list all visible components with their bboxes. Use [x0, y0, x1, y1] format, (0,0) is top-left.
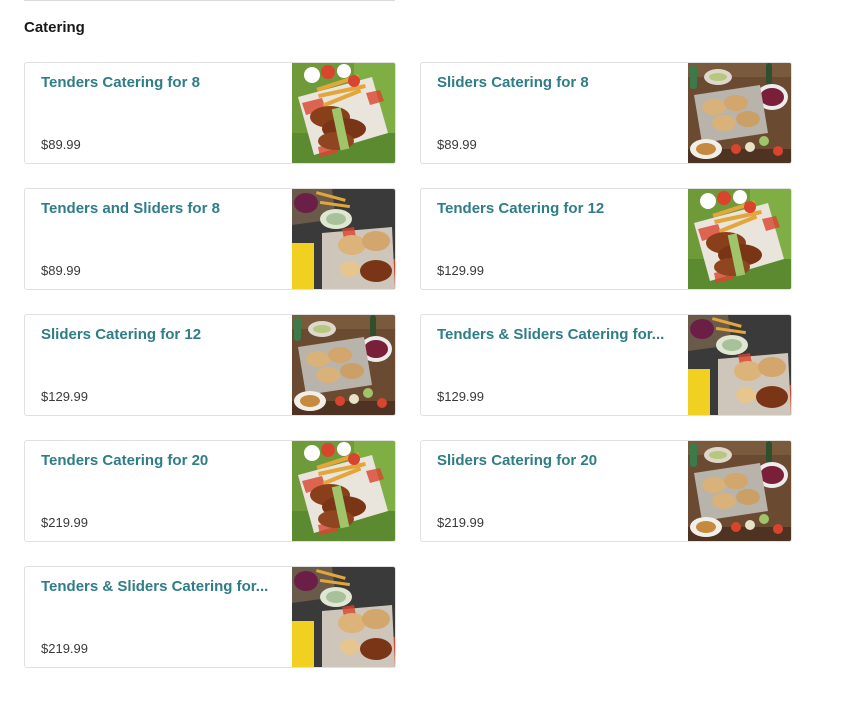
menu-item-name: Tenders & Sliders Catering for...: [41, 578, 269, 595]
menu-item-price: $219.99: [437, 515, 484, 530]
tenders-platter-icon: [292, 441, 395, 541]
menu-item-card[interactable]: Tenders & Sliders Catering for... $129.9…: [420, 314, 792, 416]
menu-item-price: $219.99: [41, 641, 88, 656]
tenders-sliders-platter-icon: [688, 315, 791, 415]
menu-item-name: Tenders Catering for 8: [41, 74, 200, 91]
tenders-platter-icon: [292, 63, 395, 163]
menu-item-name: Tenders Catering for 12: [437, 200, 605, 217]
tenders-sliders-platter-icon: [292, 567, 395, 667]
menu-item-price: $129.99: [437, 263, 484, 278]
menu-item-card[interactable]: Tenders Catering for 12 $129.99: [420, 188, 792, 290]
menu-item-price: $89.99: [41, 137, 81, 152]
tenders-platter-icon: [688, 189, 791, 289]
menu-item-price: $89.99: [41, 263, 81, 278]
sliders-platter-icon: [292, 315, 395, 415]
sliders-platter-icon: [688, 441, 791, 541]
menu-item-price: $219.99: [41, 515, 88, 530]
menu-item-card[interactable]: Tenders & Sliders Catering for... $219.9…: [24, 566, 396, 668]
menu-item-name: Sliders Catering for 20: [437, 452, 598, 469]
menu-item-card[interactable]: Tenders Catering for 8 $89.99: [24, 62, 396, 164]
menu-item-price: $129.99: [41, 389, 88, 404]
menu-item-card[interactable]: Tenders and Sliders for 8 $89.99: [24, 188, 396, 290]
menu-item-price: $129.99: [437, 389, 484, 404]
sliders-platter-icon: [688, 63, 791, 163]
menu-item-card[interactable]: Sliders Catering for 12 $129.99: [24, 314, 396, 416]
menu-item-name: Tenders and Sliders for 8: [41, 200, 220, 217]
tenders-sliders-platter-icon: [292, 189, 395, 289]
menu-item-card[interactable]: Sliders Catering for 20 $219.99: [420, 440, 792, 542]
menu-item-name: Tenders & Sliders Catering for...: [437, 326, 665, 343]
menu-item-name: Sliders Catering for 12: [41, 326, 202, 343]
menu-item-card[interactable]: Sliders Catering for 8 $89.99: [420, 62, 792, 164]
menu-item-card[interactable]: Tenders Catering for 20 $219.99: [24, 440, 396, 542]
menu-item-name: Sliders Catering for 8: [437, 74, 589, 91]
section-title: Catering: [24, 19, 85, 36]
top-divider: [24, 0, 395, 1]
menu-item-price: $89.99: [437, 137, 477, 152]
menu-item-name: Tenders Catering for 20: [41, 452, 209, 469]
